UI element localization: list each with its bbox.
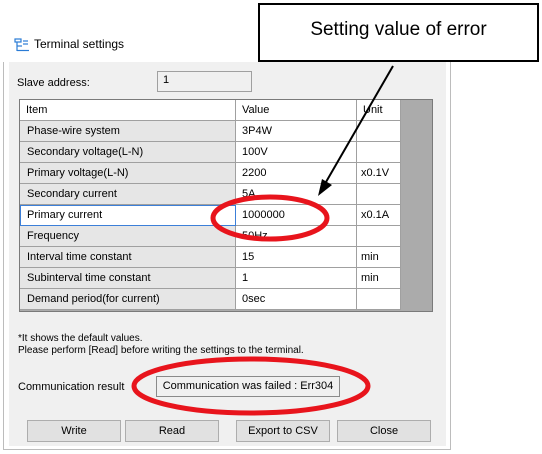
read-button[interactable]: Read bbox=[125, 420, 219, 442]
terminal-settings-icon bbox=[14, 38, 29, 52]
row-item-label: Primary voltage(L-N) bbox=[20, 163, 236, 184]
table-row-secondary-voltage[interactable]: Secondary voltage(L-N) 100V bbox=[20, 142, 401, 163]
row-unit-cell bbox=[357, 142, 401, 163]
row-unit-cell: x0.1A bbox=[357, 205, 401, 226]
table-row-primary-voltage[interactable]: Primary voltage(L-N) 2200 x0.1V bbox=[20, 163, 401, 184]
row-unit-cell: x0.1V bbox=[357, 163, 401, 184]
row-value-cell[interactable]: 3P4W bbox=[236, 121, 357, 142]
slave-address-field[interactable]: 1 bbox=[157, 71, 252, 92]
grid-header: Item Value Unit bbox=[20, 100, 401, 121]
row-value-cell[interactable]: 15 bbox=[236, 247, 357, 268]
read-before-write-note: Please perform [Read] before writing the… bbox=[18, 345, 304, 356]
error-callout-box: Setting value of error bbox=[258, 3, 539, 62]
column-header-unit[interactable]: Unit bbox=[357, 100, 401, 121]
communication-result-label: Communication result bbox=[18, 381, 125, 393]
row-unit-cell bbox=[357, 184, 401, 205]
row-value-cell[interactable]: 0sec bbox=[236, 289, 357, 310]
table-row-interval-time-constant[interactable]: Interval time constant 15 min bbox=[20, 247, 401, 268]
default-values-note: *It shows the default values. bbox=[18, 333, 143, 344]
write-button[interactable]: Write bbox=[27, 420, 121, 442]
row-value-cell[interactable]: 50Hz bbox=[236, 226, 357, 247]
table-row-subinterval-time-constant[interactable]: Subinterval time constant 1 min bbox=[20, 268, 401, 289]
row-item-label: Primary current bbox=[20, 205, 236, 226]
table-row-frequency[interactable]: Frequency 50Hz bbox=[20, 226, 401, 247]
row-item-label: Frequency bbox=[20, 226, 236, 247]
row-item-label: Secondary voltage(L-N) bbox=[20, 142, 236, 163]
table-row-primary-current[interactable]: Primary current 1000000 x0.1A bbox=[20, 205, 401, 226]
export-to-csv-button[interactable]: Export to CSV bbox=[236, 420, 330, 442]
table-row-phase-wire-system[interactable]: Phase-wire system 3P4W bbox=[20, 121, 401, 142]
row-unit-cell: min bbox=[357, 268, 401, 289]
communication-result-field: Communication was failed : Err304 bbox=[156, 376, 340, 397]
close-button[interactable]: Close bbox=[337, 420, 431, 442]
row-item-label: Phase-wire system bbox=[20, 121, 236, 142]
window-title: Terminal settings bbox=[34, 37, 125, 51]
column-header-item[interactable]: Item bbox=[20, 100, 236, 121]
row-value-cell[interactable]: 1 bbox=[236, 268, 357, 289]
row-item-label: Demand period(for current) bbox=[20, 289, 236, 310]
row-value-cell[interactable]: 5A bbox=[236, 184, 357, 205]
row-unit-cell bbox=[357, 289, 401, 310]
row-unit-cell bbox=[357, 226, 401, 247]
row-unit-cell bbox=[357, 121, 401, 142]
row-value-cell[interactable]: 1000000 bbox=[236, 205, 357, 226]
row-item-label: Subinterval time constant bbox=[20, 268, 236, 289]
row-item-label: Secondary current bbox=[20, 184, 236, 205]
column-header-value[interactable]: Value bbox=[236, 100, 357, 121]
table-row-secondary-current[interactable]: Secondary current 5A bbox=[20, 184, 401, 205]
slave-address-label: Slave address: bbox=[17, 77, 90, 89]
row-value-cell[interactable]: 2200 bbox=[236, 163, 357, 184]
table-row-demand-period[interactable]: Demand period(for current) 0sec bbox=[20, 289, 401, 310]
row-unit-cell: min bbox=[357, 247, 401, 268]
row-item-label: Interval time constant bbox=[20, 247, 236, 268]
row-value-cell[interactable]: 100V bbox=[236, 142, 357, 163]
